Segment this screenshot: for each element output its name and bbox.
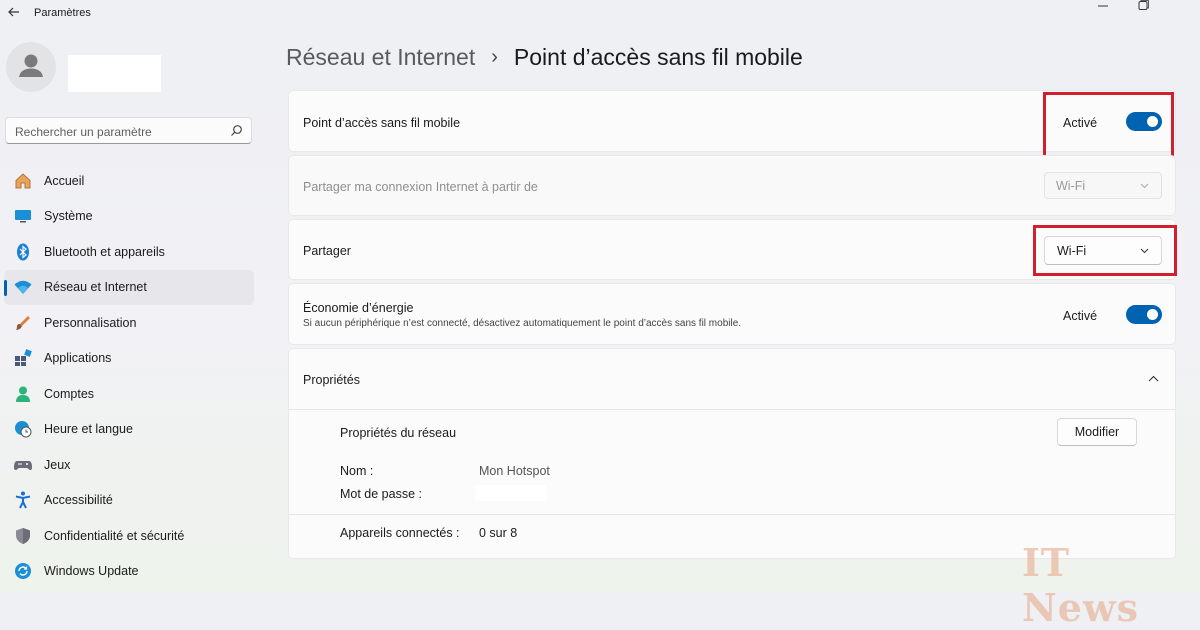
- hotspot-card: Point d’accès sans fil mobile Activé: [288, 90, 1176, 159]
- page-title: Point d’accès sans fil mobile: [513, 44, 803, 70]
- divider: [289, 514, 1175, 515]
- sidebar-item-confidentialite[interactable]: Confidentialité et sécurité: [4, 518, 254, 554]
- power-saving-label: Économie d’énergie: [303, 301, 414, 315]
- search-box[interactable]: Rechercher un paramètre: [5, 117, 252, 144]
- connected-devices-value: 0 sur 8: [479, 526, 518, 540]
- sidebar-item-label: Accessibilité: [44, 493, 113, 508]
- app-title: Paramètres: [34, 7, 91, 19]
- update-icon: [13, 561, 33, 581]
- sidebar-item-accueil[interactable]: Accueil: [4, 163, 254, 199]
- sidebar-item-label: Comptes: [44, 386, 95, 401]
- properties-header[interactable]: Propriétés: [289, 349, 1175, 410]
- sidebar-item-comptes[interactable]: Comptes: [4, 376, 254, 412]
- sidebar-item-label: Heure et langue: [44, 422, 133, 437]
- system-icon: [13, 206, 33, 226]
- name-value: Mon Hotspot: [479, 464, 550, 478]
- shield-icon: [13, 526, 33, 546]
- sidebar-item-accessibilite[interactable]: Accessibilité: [4, 483, 254, 519]
- password-label: Mot de passe :: [340, 487, 422, 501]
- sidebar-item-label: Personnalisation: [44, 315, 137, 330]
- account-icon: [13, 384, 33, 404]
- share-from-label: Partager ma connexion Internet à partir …: [303, 180, 538, 194]
- search-icon: [231, 125, 242, 136]
- sidebar-item-reseau[interactable]: Réseau et Internet: [4, 269, 254, 305]
- sidebar-item-heure[interactable]: Heure et langue: [4, 412, 254, 448]
- sidebar-item-label: Applications: [44, 351, 112, 366]
- share-from-value: Wi-Fi: [1056, 179, 1086, 193]
- share-from-card: Partager ma connexion Internet à partir …: [288, 155, 1176, 216]
- name-label: Nom :: [340, 464, 374, 478]
- sidebar-item-label: Réseau et Internet: [44, 280, 147, 295]
- hotspot-toggle[interactable]: [1126, 112, 1162, 131]
- chevron-down-icon: [1140, 183, 1149, 189]
- user-icon: [19, 54, 43, 77]
- breadcrumb-separator: ›: [491, 46, 498, 68]
- power-saving-state: Activé: [1063, 309, 1098, 323]
- share-dropdown[interactable]: Wi-Fi: [1044, 236, 1162, 265]
- sidebar-item-applications[interactable]: Applications: [4, 341, 254, 377]
- selection-indicator: [4, 279, 7, 296]
- globe-clock-icon: [13, 419, 33, 439]
- sidebar-item-label: Bluetooth et appareils: [44, 244, 165, 259]
- breadcrumb: Réseau et Internet › Point d’accès sans …: [286, 44, 803, 71]
- password-redacted: [475, 485, 547, 501]
- back-arrow-icon[interactable]: [6, 4, 22, 20]
- properties-card: Propriétés Propriétés du réseau Modifier…: [288, 348, 1176, 559]
- watermark-logo: IT News: [1022, 540, 1140, 630]
- apps-icon: [13, 348, 33, 368]
- share-value: Wi-Fi: [1057, 244, 1087, 258]
- hotspot-state: Activé: [1063, 116, 1098, 130]
- share-label: Partager: [303, 244, 351, 258]
- bluetooth-icon: [13, 242, 33, 262]
- sidebar-nav: Accueil Système Bluetooth et appareils R…: [4, 163, 254, 589]
- hotspot-label: Point d’accès sans fil mobile: [303, 116, 461, 130]
- title-bar: Paramètres: [0, 0, 1200, 28]
- sidebar-item-personnalisation[interactable]: Personnalisation: [4, 305, 254, 341]
- accessibility-icon: [13, 490, 33, 510]
- power-saving-card: Économie d’énergie Si aucun périphérique…: [288, 283, 1176, 345]
- avatar[interactable]: [6, 42, 56, 92]
- brush-icon: [13, 313, 33, 333]
- connected-devices-label: Appareils connectés :: [340, 526, 460, 540]
- gamepad-icon: [13, 455, 33, 475]
- sidebar-item-label: Confidentialité et sécurité: [44, 528, 185, 543]
- share-card: Partager Wi-Fi: [288, 219, 1177, 280]
- wifi-icon: [13, 277, 33, 297]
- sidebar-item-label: Système: [44, 209, 93, 224]
- network-properties-title: Propriétés du réseau: [340, 426, 457, 440]
- modify-button[interactable]: Modifier: [1057, 418, 1137, 446]
- sidebar-item-jeux[interactable]: Jeux: [4, 447, 254, 483]
- properties-title: Propriétés: [303, 373, 360, 387]
- sidebar-item-systeme[interactable]: Système: [4, 199, 254, 235]
- chevron-down-icon: [1140, 248, 1149, 254]
- chevron-up-icon[interactable]: [1148, 375, 1159, 382]
- home-icon: [13, 171, 33, 191]
- search-placeholder: Rechercher un paramètre: [15, 125, 152, 139]
- sidebar-item-label: Jeux: [44, 457, 71, 472]
- breadcrumb-parent[interactable]: Réseau et Internet: [286, 44, 475, 71]
- share-from-dropdown[interactable]: Wi-Fi: [1044, 172, 1162, 199]
- maximize-icon[interactable]: [1127, 0, 1159, 12]
- user-name-redacted: [68, 55, 161, 92]
- minimize-icon[interactable]: [1087, 0, 1119, 12]
- power-saving-description: Si aucun périphérique n’est connecté, dé…: [303, 318, 742, 329]
- sidebar-item-bluetooth[interactable]: Bluetooth et appareils: [4, 234, 254, 270]
- sidebar-item-windows-update[interactable]: Windows Update: [4, 554, 254, 590]
- sidebar-item-label: Accueil: [44, 173, 85, 188]
- power-saving-toggle[interactable]: [1126, 305, 1162, 324]
- sidebar-item-label: Windows Update: [44, 564, 139, 579]
